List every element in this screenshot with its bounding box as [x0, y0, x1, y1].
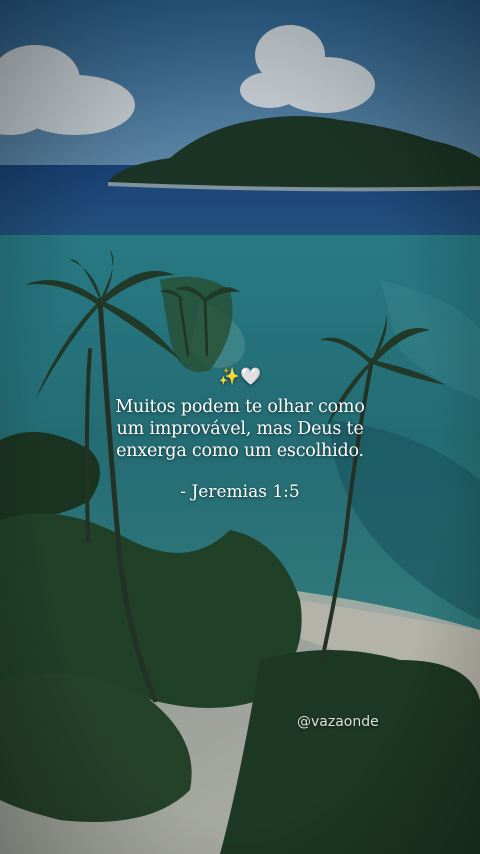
quote-block: ✨🤍 Muitos podem te olhar como um imprová…	[0, 366, 480, 503]
quote-line-2: um improvável, mas Deus te	[116, 419, 364, 439]
sparkles-icon: ✨	[218, 367, 240, 387]
white-heart-icon: 🤍	[240, 367, 262, 387]
watermark-handle: @vazaonde	[297, 714, 379, 730]
scene: ✨🤍 Muitos podem te olhar como um imprová…	[0, 0, 480, 854]
quote-line-1: Muitos podem te olhar como	[115, 397, 365, 417]
emoji-row: ✨🤍	[0, 366, 480, 388]
bible-reference: - Jeremias 1:5	[180, 482, 300, 502]
quote-line-3: enxerga como um escolhido.	[116, 441, 364, 461]
